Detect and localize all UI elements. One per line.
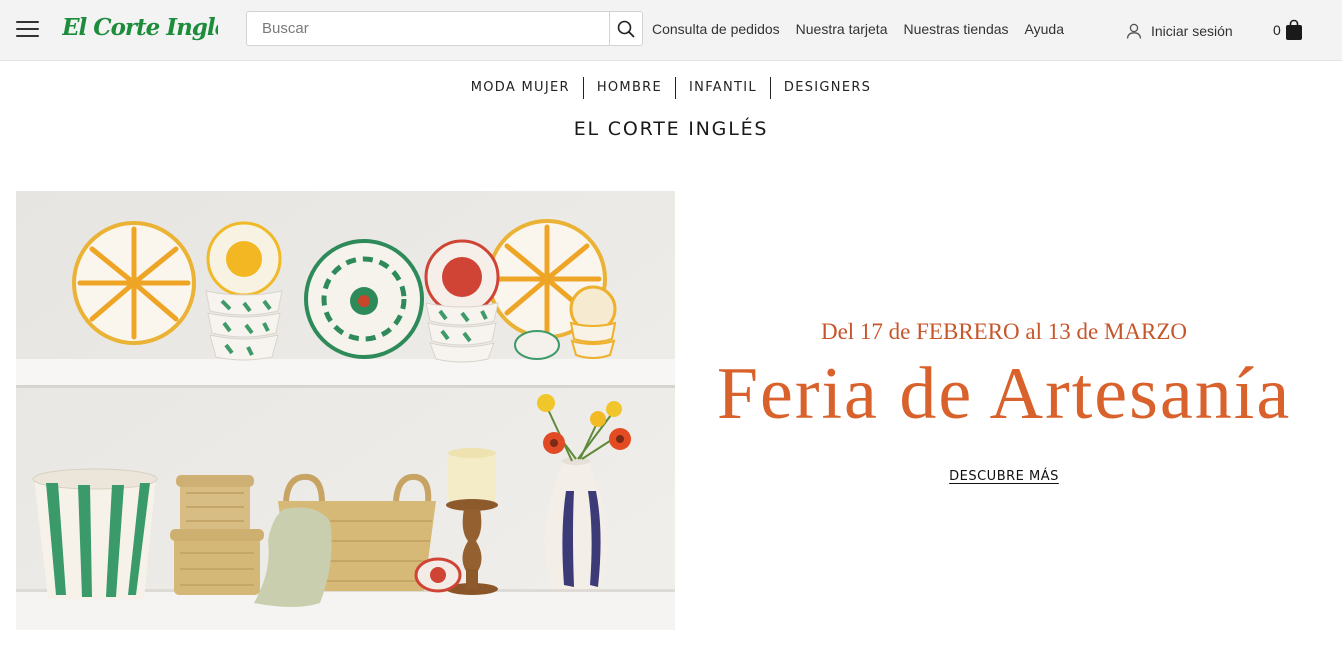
search-input[interactable] bbox=[247, 12, 611, 45]
stores-link[interactable]: Nuestras tiendas bbox=[903, 20, 1008, 38]
nav-hombre[interactable]: HOMBRE bbox=[584, 77, 675, 99]
login-label: Iniciar sesión bbox=[1151, 23, 1233, 39]
search-box bbox=[246, 11, 643, 46]
banner-headline: Feria de Artesanía bbox=[716, 353, 1292, 435]
cart-button[interactable]: 0 bbox=[1273, 18, 1303, 42]
site-header: El Corte Inglés Consulta de pedidos Nues… bbox=[0, 0, 1342, 61]
login-button[interactable]: Iniciar sesión bbox=[1126, 20, 1233, 42]
hamburger-menu-icon[interactable] bbox=[16, 20, 39, 38]
craft-shelves-illustration bbox=[16, 191, 675, 630]
search-icon bbox=[617, 20, 635, 37]
nav-designers[interactable]: DESIGNERS bbox=[771, 77, 884, 99]
banner-dates: Del 17 de FEBRERO al 13 de MARZO bbox=[820, 319, 1188, 344]
discover-more-link[interactable]: DESCUBRE MÁS bbox=[949, 469, 1059, 484]
brand-title: EL CORTE INGLÉS bbox=[573, 118, 769, 140]
category-nav: MODA MUJER HOMBRE INFANTIL DESIGNERS bbox=[0, 77, 1342, 99]
nav-infantil[interactable]: INFANTIL bbox=[676, 77, 770, 99]
user-icon bbox=[1126, 23, 1142, 39]
banner-image[interactable] bbox=[16, 191, 675, 630]
banner-cta-wrapper: DESCUBRE MÁS bbox=[676, 465, 1332, 484]
cart-count: 0 bbox=[1273, 22, 1281, 38]
help-link[interactable]: Ayuda bbox=[1025, 20, 1064, 38]
banner-text-panel: Del 17 de FEBRERO al 13 de MARZO Feria d… bbox=[676, 191, 1332, 630]
orders-link[interactable]: Consulta de pedidos bbox=[652, 20, 780, 38]
nav-moda-mujer[interactable]: MODA MUJER bbox=[458, 77, 583, 99]
search-button[interactable] bbox=[609, 12, 642, 45]
top-links: Consulta de pedidos Nuestra tarjeta Nues… bbox=[652, 20, 1080, 38]
card-link[interactable]: Nuestra tarjeta bbox=[796, 20, 888, 38]
shopping-bag-icon bbox=[1285, 19, 1302, 40]
el-corte-ingles-logo[interactable]: El Corte Inglés bbox=[62, 8, 218, 48]
